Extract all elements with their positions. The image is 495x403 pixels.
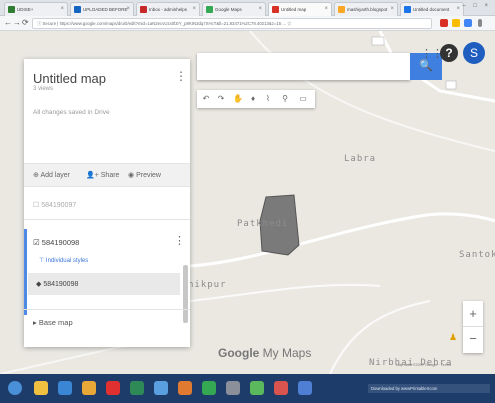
map-search-input[interactable] [197,53,410,80]
measure-icon[interactable]: ▭ [297,92,309,106]
browser-tab-active[interactable]: Untitled map × [268,2,332,16]
search-icon: 🔍 [419,60,433,72]
user-icon[interactable] [178,381,192,395]
add-layer-button[interactable]: ⊕ Add layer [33,171,70,179]
map-attribution[interactable]: Map data ©2017 Google · Terms [396,363,451,367]
layer-item-selected[interactable]: ☑ 584190098 [33,238,79,247]
bluetooth-icon[interactable] [298,381,312,395]
tab-favicon-icon [140,6,147,13]
paint-roller-icon: ⊤ [39,258,46,264]
extension-icon[interactable] [440,19,448,27]
zoom-out-button[interactable]: − [463,327,483,353]
hand-icon[interactable]: ✋ [232,92,244,106]
share-person-icon: 👤+ [86,172,99,179]
url-input[interactable]: ⓘ Secure | https://www.google.com/maps/d… [32,18,432,29]
feature-row[interactable]: ◆ 584190098 [28,273,180,295]
window-controls[interactable]: – □ × [462,3,491,9]
avatar[interactable]: S [463,42,485,64]
tab-favicon-icon [404,6,411,13]
zoom-in-button[interactable]: + [463,301,483,327]
browser-tab[interactable]: UPLOADED BEFORE × [70,2,134,16]
browser-tab[interactable]: Untitled document × [400,2,464,16]
add-layer-icon: ⊕ [33,172,39,179]
opera-icon[interactable] [106,381,120,395]
add-marker-icon[interactable]: ♦ [247,92,259,106]
network-icon[interactable] [154,381,168,395]
individual-styles-link[interactable]: ⊤ Individual styles [39,257,88,264]
tab-close-icon[interactable]: × [324,3,328,16]
extension-icon[interactable] [452,19,460,27]
draw-line-icon[interactable]: ⌇ [262,92,274,106]
tab-close-icon[interactable]: × [258,3,262,16]
share-button[interactable]: 👤+ Share [86,171,119,179]
browser-tab-bar: UDISE+ × UPLOADED BEFORE × Inbox - adminhe… [0,0,495,16]
preview-eye-icon: ◉ [128,172,135,179]
browser-tab[interactable]: Inbox - adminhelps × [136,2,200,16]
undo-icon[interactable]: ↶ [200,92,212,106]
preview-button[interactable]: ◉ Preview [128,171,161,179]
browser-tab[interactable]: UDISE+ × [4,2,68,16]
tab-close-icon[interactable]: × [60,3,64,16]
zoom-control: + − [463,301,483,353]
excel-icon[interactable] [130,381,144,395]
redo-icon[interactable]: ↷ [215,92,227,106]
browser-tab[interactable]: mashiyarth.blogspot × [334,2,398,16]
layer-item[interactable]: ☐ 584190097 [33,201,76,209]
layer-options-menu-icon[interactable]: ⋮ [174,234,185,247]
explorer-icon[interactable] [34,381,48,395]
address-bar: ← → ⟳ ⓘ Secure | https://www.google.com/… [0,16,495,31]
extension-icon[interactable] [464,19,472,27]
acrobat-icon[interactable] [274,381,288,395]
browser-tab[interactable]: Google Maps × [202,2,266,16]
chrome-icon[interactable] [202,381,216,395]
panel-actions: ⊕ Add layer 👤+ Share ◉ Preview [24,163,190,187]
tab-favicon-icon [74,6,81,13]
tab-close-icon[interactable]: × [456,3,460,16]
place-label: Patkhedi [237,219,289,229]
tab-favicon-icon [8,6,15,13]
tab-close-icon[interactable]: × [126,3,130,16]
tab-favicon-icon [206,6,213,13]
map-canvas[interactable]: Labra Patkhedi Santok nikpur Nirbhai Deh… [0,31,495,374]
google-my-maps-logo: Google My Maps [218,346,312,360]
tab-close-icon[interactable]: × [390,3,394,16]
back-arrow-icon[interactable]: ← [4,18,12,27]
pegman-icon[interactable]: ♟ [449,332,457,343]
view-count: 3 views [33,86,54,92]
browser-menu-icon[interactable] [478,19,482,27]
map-title[interactable]: Untitled map [33,71,106,86]
forward-arrow-icon[interactable]: → [13,18,21,27]
ie-icon[interactable] [58,381,72,395]
help-icon[interactable]: ? [440,44,458,62]
paint-icon[interactable] [250,381,264,395]
media-icon[interactable] [82,381,96,395]
tab-favicon-icon [272,6,279,13]
directions-icon[interactable]: ⚲ [279,92,291,106]
place-label: Santok [459,250,495,260]
map-options-menu-icon[interactable]: ⋮ [175,69,187,83]
save-status: All changes saved in Drive [33,109,110,116]
notepad-icon[interactable] [226,381,240,395]
place-label: nikpur [188,280,227,290]
map-side-panel: Untitled map 3 views All changes saved i… [24,59,190,347]
selected-layer-indicator [24,229,27,315]
reload-icon[interactable]: ⟳ [22,18,29,27]
place-label: Labra [344,154,377,164]
watermark-text: Downloaded by wwwPrintableXcom [368,384,490,393]
tab-close-icon[interactable]: × [192,3,196,16]
taskbar: Downloaded by wwwPrintableXcom [0,374,495,403]
feature-label: ◆ 584190098 [36,281,79,288]
drawing-toolbar: ↶ ↷ ✋ ♦ ⌇ ⚲ ▭ [197,90,315,108]
base-map-item[interactable]: ▸ Base map [33,318,73,327]
divider [24,309,190,310]
start-icon[interactable] [8,381,22,395]
divider [24,219,190,220]
tab-favicon-icon [338,6,345,13]
panel-scrollbar[interactable] [183,265,188,323]
